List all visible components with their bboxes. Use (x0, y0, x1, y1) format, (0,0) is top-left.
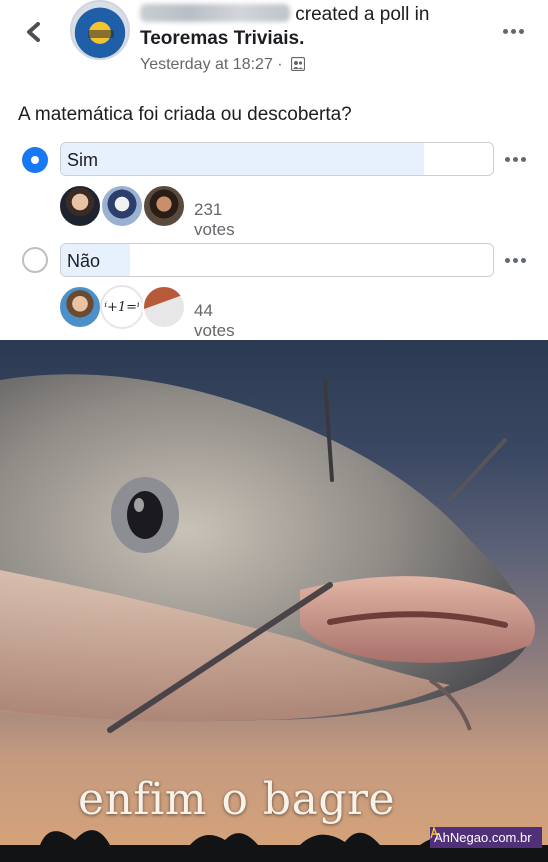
catfish-meme-image: enfim o bagre AhNegao.com.br (0, 340, 548, 862)
group-members-icon (291, 57, 306, 71)
post-meta: Yesterday at 18:27 · (140, 56, 306, 74)
watermark-text: AhNegao.com.br (434, 830, 532, 845)
facebook-poll-post: created a poll in Teoremas Triviais. Yes… (0, 0, 548, 340)
option-nao-radio[interactable] (22, 247, 48, 273)
eye-highlight (134, 498, 144, 512)
option-nao-vote-count[interactable]: 44 votes (194, 301, 235, 341)
ahnegao-watermark[interactable]: AhNegao.com.br (430, 827, 542, 848)
option-sim-bar[interactable]: Sim (60, 142, 494, 176)
post-timestamp[interactable]: Yesterday at 18:27 · (140, 56, 283, 73)
voter-avatar[interactable] (58, 184, 102, 228)
author-name-blurred[interactable] (140, 4, 290, 22)
option-sim-vote-count[interactable]: 231 votes (194, 200, 235, 240)
option-sim-radio[interactable] (22, 147, 48, 173)
voter-avatar[interactable] (58, 285, 102, 329)
dot (512, 156, 518, 162)
voter-avatar[interactable] (100, 184, 144, 228)
option-nao-more-button[interactable] (500, 253, 530, 267)
dot (512, 257, 518, 263)
more-horizontal-icon (504, 257, 510, 263)
post-author-line: created a poll in (140, 4, 429, 26)
voter-avatar-math[interactable]: ⁱ+1=ⁱ (100, 285, 144, 329)
option-sim-more-button[interactable] (500, 152, 530, 166)
option-nao-label: Não (67, 251, 101, 271)
post-more-button[interactable] (498, 24, 528, 38)
more-horizontal-icon (504, 156, 510, 162)
option-sim-result-fill (61, 143, 424, 175)
back-button[interactable] (18, 16, 50, 48)
chevron-left-icon (27, 22, 40, 42)
voter-avatar[interactable] (142, 285, 186, 329)
option-nao-bar[interactable]: Não (60, 243, 494, 277)
meme-caption: enfim o bagre (78, 774, 396, 825)
ahnegao-logo-icon (430, 827, 439, 839)
fish-eye (127, 491, 163, 539)
author-action: created a poll in (295, 4, 430, 25)
dot (520, 257, 526, 263)
option-sim-label: Sim (67, 150, 98, 170)
poll-question: A matemática foi criada ou descoberta? (18, 104, 352, 125)
dot (510, 28, 516, 34)
group-avatar[interactable] (70, 0, 130, 60)
voter-avatar[interactable] (142, 184, 186, 228)
dot (520, 156, 526, 162)
barbel (448, 438, 507, 502)
more-horizontal-icon (502, 28, 508, 34)
dot (518, 28, 524, 34)
group-name-link[interactable]: Teoremas Triviais. (140, 28, 304, 50)
